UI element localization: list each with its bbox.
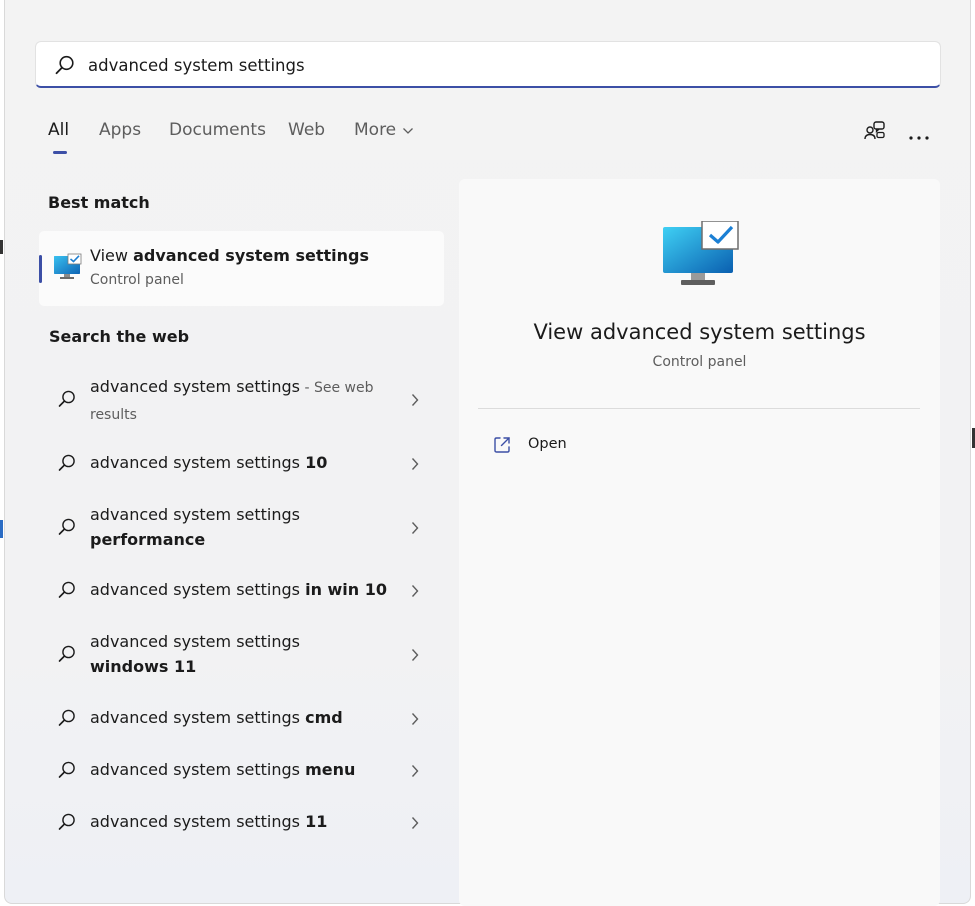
- web-result-text: advanced system settings cmd: [90, 705, 410, 730]
- chevron-right-icon: [411, 392, 419, 411]
- best-match-result[interactable]: View advanced system settings Control pa…: [39, 231, 444, 306]
- web-result-row[interactable]: advanced system settings cmd: [39, 705, 444, 730]
- selection-indicator: [39, 255, 42, 283]
- search-icon: [57, 580, 77, 604]
- monitor-check-icon: [53, 253, 83, 285]
- preview-divider: [478, 408, 920, 409]
- tab-apps[interactable]: Apps: [99, 120, 141, 140]
- tab-active-indicator: [53, 151, 67, 154]
- chevron-right-icon: [411, 815, 419, 834]
- search-box[interactable]: [35, 41, 941, 88]
- best-match-heading: Best match: [48, 193, 150, 212]
- web-result-query: advanced system settings: [90, 632, 300, 651]
- search-icon: [54, 54, 76, 80]
- tab-more-label: More: [354, 120, 397, 140]
- monitor-check-icon: [663, 220, 739, 293]
- search-icon: [57, 812, 77, 836]
- preview-subtitle: Control panel: [652, 354, 747, 370]
- web-result-text: advanced system settings in win 10: [90, 577, 410, 602]
- web-result-row[interactable]: advanced system settings menu: [39, 757, 444, 782]
- search-web-heading: Search the web: [49, 327, 190, 346]
- search-input[interactable]: [86, 52, 910, 78]
- web-result-row[interactable]: advanced system settings - See web resul…: [39, 374, 444, 424]
- best-match-title-bold: advanced system settings: [133, 246, 370, 265]
- web-result-query: advanced system settings: [90, 453, 306, 472]
- tab-more[interactable]: More: [354, 120, 414, 140]
- chevron-right-icon: [411, 456, 419, 475]
- web-result-bold-term: in win 10: [305, 580, 388, 599]
- web-result-row[interactable]: advanced system settings 11: [39, 809, 444, 834]
- account-switch-icon[interactable]: [863, 119, 887, 147]
- tab-web[interactable]: Web: [288, 120, 325, 140]
- open-external-icon: [492, 435, 512, 459]
- web-result-query: advanced system settings: [90, 580, 306, 599]
- web-result-row[interactable]: advanced system settings in win 10: [39, 577, 444, 602]
- preview-title: View advanced system settings: [533, 320, 866, 344]
- background-page-fragment: [0, 240, 3, 254]
- tab-all[interactable]: All: [48, 120, 69, 140]
- chevron-right-icon: [411, 763, 419, 782]
- best-match-title: View advanced system settings: [90, 246, 369, 265]
- web-result-bold-term: windows 11: [90, 657, 197, 676]
- more-options-icon[interactable]: [908, 126, 930, 145]
- web-result-bold-term: cmd: [305, 708, 343, 727]
- web-result-query: advanced system settings: [90, 505, 300, 524]
- web-result-text: advanced system settings - See web resul…: [90, 374, 380, 428]
- search-icon: [57, 453, 77, 477]
- web-result-text: advanced system settings performance: [90, 502, 380, 552]
- web-result-text: advanced system settings 11: [90, 809, 410, 834]
- open-label: Open: [528, 436, 567, 452]
- web-result-query: advanced system settings: [90, 377, 300, 396]
- web-result-bold-term: 11: [305, 812, 328, 831]
- background-page-fragment: [0, 520, 3, 538]
- chevron-right-icon: [411, 647, 419, 666]
- tab-documents[interactable]: Documents: [169, 120, 266, 140]
- web-result-row[interactable]: advanced system settings performance: [39, 502, 444, 552]
- search-icon: [57, 708, 77, 732]
- best-match-title-prefix: View: [90, 246, 134, 265]
- search-icon: [57, 389, 77, 413]
- web-result-row[interactable]: advanced system settings windows 11: [39, 629, 444, 679]
- web-result-query: advanced system settings: [90, 708, 306, 727]
- chevron-right-icon: [411, 520, 419, 539]
- web-result-query: advanced system settings: [90, 760, 306, 779]
- search-icon: [57, 517, 77, 541]
- chevron-right-icon: [411, 711, 419, 730]
- preview-pane: View advanced system settings Control pa…: [459, 179, 940, 906]
- web-result-text: advanced system settings 10: [90, 450, 410, 475]
- web-result-bold-term: 10: [305, 453, 328, 472]
- web-result-text: advanced system settings menu: [90, 757, 410, 782]
- best-match-subtitle: Control panel: [90, 272, 184, 288]
- chevron-down-icon: [402, 120, 414, 140]
- search-icon: [57, 760, 77, 784]
- web-result-text: advanced system settings windows 11: [90, 629, 380, 679]
- web-result-bold-term: performance: [90, 530, 206, 549]
- web-result-row[interactable]: advanced system settings 10: [39, 450, 444, 475]
- search-icon: [57, 644, 77, 668]
- chevron-right-icon: [411, 583, 419, 602]
- web-result-bold-term: menu: [305, 760, 356, 779]
- web-result-query: advanced system settings: [90, 812, 306, 831]
